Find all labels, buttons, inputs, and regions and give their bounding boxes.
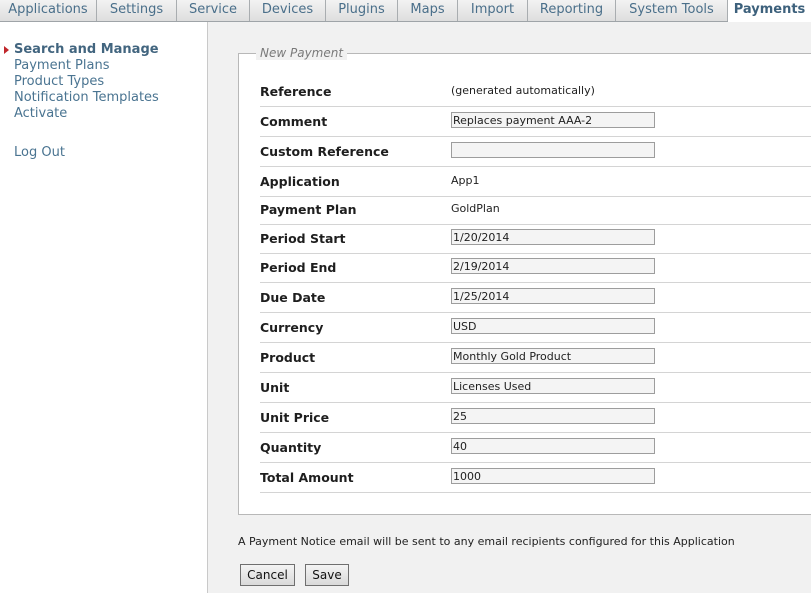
- sidebar-item-product-types[interactable]: Product Types: [14, 74, 104, 90]
- form-row-comment: Comment: [260, 107, 811, 137]
- comment-input[interactable]: [451, 112, 655, 128]
- form-row-custom-reference: Custom Reference: [260, 137, 811, 167]
- form-row-unit-price: Unit Price: [260, 403, 811, 433]
- form-row-reference: Reference (generated automatically): [260, 77, 811, 107]
- period-start-input[interactable]: [451, 229, 655, 245]
- sidebar: Search and Manage Payment Plans Product …: [0, 22, 208, 593]
- form-row-quantity: Quantity: [260, 433, 811, 463]
- tab-applications[interactable]: Applications: [0, 0, 97, 21]
- field-label-period-start: Period Start: [260, 231, 346, 246]
- tab-import[interactable]: Import: [458, 0, 528, 21]
- main-content: New Payment Reference (generated automati…: [208, 22, 811, 593]
- tab-plugins[interactable]: Plugins: [326, 0, 398, 21]
- tab-system-tools[interactable]: System Tools: [616, 0, 728, 21]
- field-label-comment: Comment: [260, 114, 328, 129]
- unit-input[interactable]: [451, 378, 655, 394]
- custom-reference-input[interactable]: [451, 142, 655, 158]
- field-label-unit: Unit: [260, 380, 290, 395]
- sidebar-item-label: Search and Manage: [14, 42, 159, 57]
- product-input[interactable]: [451, 348, 655, 364]
- unit-price-input[interactable]: [451, 408, 655, 424]
- tab-payments[interactable]: Payments: [728, 0, 811, 22]
- sidebar-item-activate[interactable]: Activate: [14, 106, 67, 122]
- top-tab-bar: Applications Settings Service Devices Pl…: [0, 0, 811, 22]
- save-button[interactable]: Save: [305, 564, 349, 586]
- application-value: App1: [451, 174, 480, 187]
- form-row-application: Application App1: [260, 167, 811, 197]
- payment-plan-value: GoldPlan: [451, 202, 500, 215]
- field-label-quantity: Quantity: [260, 440, 322, 455]
- reference-value: (generated automatically): [451, 84, 595, 97]
- period-end-input[interactable]: [451, 258, 655, 274]
- field-label-total-amount: Total Amount: [260, 470, 354, 485]
- field-label-currency: Currency: [260, 320, 324, 335]
- tab-reporting[interactable]: Reporting: [528, 0, 616, 21]
- form-row-unit: Unit: [260, 373, 811, 403]
- form-row-payment-plan: Payment Plan GoldPlan: [260, 195, 811, 225]
- new-payment-fieldset: New Payment Reference (generated automati…: [238, 46, 811, 515]
- cancel-button[interactable]: Cancel: [240, 564, 295, 586]
- field-label-application: Application: [260, 174, 340, 189]
- currency-input[interactable]: [451, 318, 655, 334]
- field-label-custom-reference: Custom Reference: [260, 144, 389, 159]
- form-row-product: Product: [260, 343, 811, 373]
- sidebar-item-search-and-manage[interactable]: Search and Manage: [4, 42, 159, 58]
- current-page-arrow-icon: [4, 46, 9, 54]
- field-label-period-end: Period End: [260, 260, 337, 275]
- total-amount-input[interactable]: [451, 468, 655, 484]
- field-label-reference: Reference: [260, 84, 332, 99]
- field-label-unit-price: Unit Price: [260, 410, 330, 425]
- fieldset-legend: New Payment: [256, 46, 348, 60]
- field-label-payment-plan: Payment Plan: [260, 202, 357, 217]
- form-row-period-start: Period Start: [260, 224, 811, 254]
- logout-link[interactable]: Log Out: [14, 145, 65, 161]
- sidebar-item-notification-templates[interactable]: Notification Templates: [14, 90, 159, 106]
- sidebar-item-payment-plans[interactable]: Payment Plans: [14, 58, 109, 74]
- form-row-currency: Currency: [260, 313, 811, 343]
- email-notice-text: A Payment Notice email will be sent to a…: [238, 535, 735, 548]
- form-row-total-amount: Total Amount: [260, 463, 811, 493]
- tab-settings[interactable]: Settings: [97, 0, 177, 21]
- form-row-period-end: Period End: [260, 253, 811, 283]
- field-label-product: Product: [260, 350, 316, 365]
- due-date-input[interactable]: [451, 288, 655, 304]
- tab-service[interactable]: Service: [177, 0, 250, 21]
- tab-devices[interactable]: Devices: [250, 0, 326, 21]
- form-row-due-date: Due Date: [260, 283, 811, 313]
- field-label-due-date: Due Date: [260, 290, 326, 305]
- quantity-input[interactable]: [451, 438, 655, 454]
- tab-maps[interactable]: Maps: [398, 0, 458, 21]
